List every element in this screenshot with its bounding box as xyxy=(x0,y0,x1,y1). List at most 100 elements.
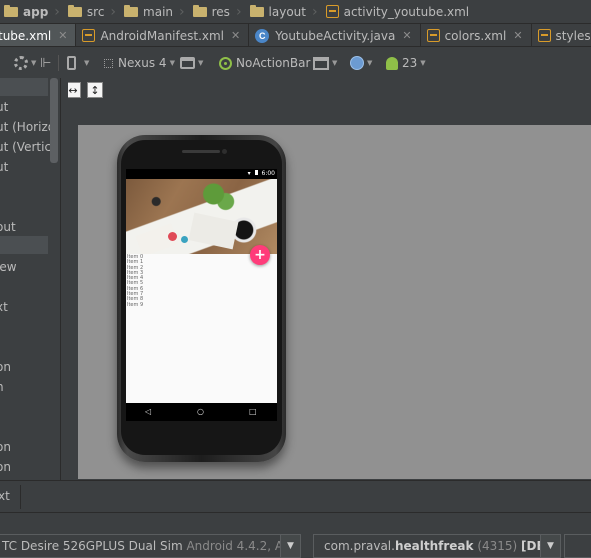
breadcrumb-item-main[interactable]: main xyxy=(120,0,173,23)
device-dropdown[interactable]: Nexus 4 ▼ xyxy=(104,54,175,72)
floating-action-button[interactable]: + xyxy=(250,245,270,265)
palette-item[interactable]: n xyxy=(0,378,48,396)
activity-dropdown[interactable]: ▼ xyxy=(313,54,337,72)
theme-button[interactable]: NoActionBar xyxy=(219,54,310,72)
palette-item[interactable]: out xyxy=(0,218,48,236)
folder-icon xyxy=(67,4,82,17)
layout-toolbar: ▼ ⊩ ▼ Nexus 4 ▼ ▼ NoActionBar ▼ ▼ 23 ▼ xyxy=(0,48,591,78)
canvas-ruler-left xyxy=(68,125,78,479)
android-nav-bar: ◁ ○ □ xyxy=(126,403,277,421)
breadcrumb-item-src[interactable]: src xyxy=(64,0,104,23)
breadcrumb-item-app[interactable]: app xyxy=(0,0,48,23)
home-icon[interactable]: ○ xyxy=(197,408,204,416)
plus-icon: + xyxy=(254,247,266,263)
header-image[interactable] xyxy=(126,179,277,254)
palette-item[interactable]: ut (Horizo xyxy=(0,118,55,136)
tab-activity-youtube[interactable]: tube.xml ✕ xyxy=(0,24,77,46)
filter-dropdown[interactable] xyxy=(564,534,591,558)
image-sticker xyxy=(168,232,177,241)
chevron-down-icon: ▼ xyxy=(367,59,373,67)
wifi-icon: ▾ xyxy=(247,170,251,177)
palette-item-selected[interactable] xyxy=(0,236,48,254)
palette-item[interactable]: ut xyxy=(0,158,48,176)
breadcrumb: app › src › main › res › layout › activi… xyxy=(0,0,591,24)
device-speaker xyxy=(182,150,220,153)
panel-splitter[interactable] xyxy=(60,78,68,480)
chevron-down-icon: ▼ xyxy=(84,59,90,67)
canvas-ruler-top xyxy=(68,105,591,125)
device-screen[interactable]: ▾ 6:00 + Item 0 Item 1 Item 2 Item 3 Ite… xyxy=(126,169,277,421)
android-icon xyxy=(386,56,398,70)
tab-styles[interactable]: styles.xml ✕ xyxy=(532,24,591,46)
phone-icon xyxy=(67,56,76,70)
xml-file-icon xyxy=(325,5,339,18)
chevron-down-icon: ▼ xyxy=(31,59,37,67)
chevron-down-icon: ▼ xyxy=(540,535,560,557)
logcat-header: TC Desire 526GPLUS Dual Sim Android 4.4.… xyxy=(0,512,591,558)
folder-icon xyxy=(249,4,264,17)
close-icon[interactable]: ✕ xyxy=(58,29,67,42)
zoom-height-button[interactable]: ↕ xyxy=(87,82,103,98)
theme-circle-icon xyxy=(219,56,232,70)
device-camera xyxy=(222,149,227,154)
device-type-dropdown[interactable]: ▼ xyxy=(67,54,89,72)
chevron-down-icon: ▼ xyxy=(332,59,338,67)
chevron-down-icon: ▼ xyxy=(198,59,204,67)
close-icon[interactable]: ✕ xyxy=(402,29,411,42)
bottom-tab-text[interactable]: xt xyxy=(0,489,10,503)
chevron-right-icon: › xyxy=(235,3,242,20)
chevron-right-icon: › xyxy=(179,3,185,20)
tab-colors[interactable]: colors.xml ✕ xyxy=(421,24,532,46)
palette-item[interactable]: xt xyxy=(0,298,48,316)
api-level-dropdown[interactable]: 23 ▼ xyxy=(386,54,426,72)
close-icon[interactable]: ✕ xyxy=(513,29,522,42)
locale-dropdown[interactable]: ▼ xyxy=(350,54,372,72)
battery-icon xyxy=(254,170,258,175)
screen-dropdown[interactable]: ▼ xyxy=(180,54,203,72)
folder-icon xyxy=(192,4,207,17)
gear-icon xyxy=(14,56,28,70)
palette-header xyxy=(0,78,48,96)
chevron-down-icon: ▼ xyxy=(280,535,300,557)
close-icon[interactable]: ✕ xyxy=(231,29,240,42)
tab-android-manifest[interactable]: AndroidManifest.xml ✕ xyxy=(76,24,250,46)
palette-item[interactable]: iew xyxy=(0,258,48,276)
palette-item[interactable]: ut (Vertica xyxy=(0,138,58,156)
chevron-right-icon: › xyxy=(110,3,117,20)
screen-icon xyxy=(180,57,195,69)
xml-file-icon xyxy=(537,29,551,42)
folder-icon xyxy=(4,4,18,17)
horizontal-resize-icon: ↔ xyxy=(68,83,78,97)
chevron-down-icon: ▼ xyxy=(420,59,426,67)
breadcrumb-item-layout[interactable]: layout xyxy=(246,0,306,23)
breadcrumb-item-res[interactable]: res xyxy=(189,0,230,23)
chevron-down-icon: ▼ xyxy=(169,59,175,67)
back-icon[interactable]: ◁ xyxy=(145,408,151,416)
bottom-divider xyxy=(20,485,21,509)
palette-item[interactable]: on xyxy=(0,438,48,456)
editor-tabs: tube.xml ✕ AndroidManifest.xml ✕ C Youtu… xyxy=(0,24,591,47)
list-item[interactable]: Item 9 xyxy=(127,302,143,308)
tab-youtube-activity[interactable]: C YoutubeActivity.java ✕ xyxy=(249,24,421,46)
chevron-right-icon: › xyxy=(312,3,318,20)
orientation-icon: ⊩ xyxy=(40,55,52,71)
settings-button[interactable]: ▼ xyxy=(14,54,36,72)
device-selector[interactable]: TC Desire 526GPLUS Dual Sim Android 4.4.… xyxy=(0,534,301,558)
activity-icon xyxy=(313,56,329,70)
palette-item[interactable]: on xyxy=(0,458,48,476)
chevron-right-icon: › xyxy=(54,3,60,20)
device-grid-icon xyxy=(104,58,113,68)
recents-icon[interactable]: □ xyxy=(249,408,257,416)
palette-scrollbar[interactable] xyxy=(50,78,58,163)
palette-item[interactable]: ut xyxy=(0,98,48,116)
palette-item[interactable]: on xyxy=(0,358,48,376)
breadcrumb-item-file[interactable]: activity_youtube.xml xyxy=(322,0,469,23)
preview-list[interactable]: Item 0 Item 1 Item 2 Item 3 Item 4 Item … xyxy=(127,254,143,308)
vertical-resize-icon: ↕ xyxy=(90,83,100,97)
orientation-button[interactable]: ⊩ xyxy=(40,54,51,72)
bottom-tool-panel: xt xyxy=(0,480,591,512)
toolbar-separator xyxy=(58,55,59,71)
android-status-bar: ▾ 6:00 xyxy=(126,169,277,179)
process-selector[interactable]: com.praval.healthfreak (4315) [DEAD] ▼ xyxy=(313,534,561,558)
xml-file-icon xyxy=(82,29,96,42)
